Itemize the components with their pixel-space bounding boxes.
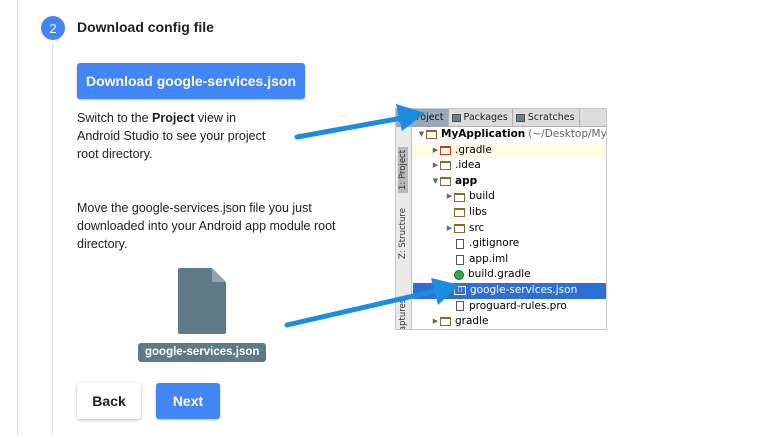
side-tab-structure[interactable]: Z: Structure <box>398 208 408 259</box>
tree-row-libs[interactable]: libs <box>413 205 606 221</box>
expanded-arrow-icon: ▼ <box>432 176 439 185</box>
download-config-button[interactable]: Download google-services.json <box>77 63 305 99</box>
app-iml-label: app.iml <box>469 252 509 265</box>
project-tree: ▼ MyApplication (~/Desktop/My ▶ .gradle ▶ .i… <box>413 127 607 329</box>
build-gradle-label: build.gradle <box>468 268 531 281</box>
tree-row-proguard[interactable]: proguard-rules.pro <box>413 299 606 315</box>
app-label: app <box>455 174 478 187</box>
tree-row-build[interactable]: ▶ build <box>413 189 606 205</box>
file-name-label: google-services.json <box>138 343 267 362</box>
side-tab-captures[interactable]: Captures <box>398 299 408 329</box>
tree-row-src[interactable]: ▶ src <box>413 221 606 237</box>
instruction-prefix: Switch to the <box>77 111 153 125</box>
gitignore-label: .gitignore <box>469 237 520 250</box>
file-icon <box>456 254 464 265</box>
android-studio-project-panel: Project Packages Scratches 1: Project Z:… <box>395 108 607 330</box>
gradle-icon <box>454 270 464 281</box>
scratches-tab-icon <box>515 114 525 122</box>
collapsed-arrow-icon: ▶ <box>446 192 453 201</box>
libs-label: libs <box>469 205 487 218</box>
tab-packages-label: Packages <box>463 112 508 123</box>
step-connector-line <box>52 44 53 436</box>
tab-scratches[interactable]: Scratches <box>513 109 580 127</box>
project-view-instruction: Switch to the Project view in Android St… <box>77 109 277 163</box>
idea-label: .idea <box>455 159 481 172</box>
tree-row-gradle-hidden[interactable]: ▶ .gradle <box>413 142 606 159</box>
tree-row-gradle[interactable]: ▶ gradle <box>413 314 606 329</box>
collapsed-arrow-icon: ▶ <box>446 223 453 232</box>
module-folder-icon <box>426 130 437 140</box>
file-icon <box>456 238 464 249</box>
collapsed-arrow-icon: ▶ <box>432 161 439 170</box>
folder-icon <box>440 317 451 327</box>
next-button[interactable]: Next <box>156 383 220 419</box>
move-file-instruction: Move the google-services.json file you j… <box>77 201 336 251</box>
tree-row-root[interactable]: ▼ MyApplication (~/Desktop/My <box>413 127 607 143</box>
tree-row-app[interactable]: ▼ app <box>413 174 606 190</box>
back-button[interactable]: Back <box>77 383 141 419</box>
module-folder-icon <box>440 177 451 187</box>
expanded-arrow-icon: ▼ <box>418 130 425 138</box>
step-title: Download config file <box>77 19 214 35</box>
step-number-badge: 2 <box>41 16 65 40</box>
packages-tab-icon <box>451 114 461 122</box>
left-panel-border <box>0 0 18 436</box>
folder-icon <box>454 192 465 202</box>
json-file-icon <box>178 268 226 334</box>
root-name: MyApplication <box>441 128 526 140</box>
tree-row-google-services[interactable]: {} google-services.json <box>413 282 606 299</box>
gradle-hidden-label: .gradle <box>455 143 492 156</box>
tree-row-idea[interactable]: ▶ .idea <box>413 158 606 174</box>
google-services-label: google-services.json <box>470 283 578 296</box>
gradle-label: gradle <box>455 315 489 328</box>
proguard-label: proguard-rules.pro <box>469 299 567 312</box>
tab-packages[interactable]: Packages <box>449 109 513 127</box>
tree-row-gitignore[interactable]: .gitignore <box>413 236 606 252</box>
instruction-bold-project: Project <box>152 111 195 125</box>
tool-window-sidebar: 1: Project Z: Structure Captures <box>396 127 412 329</box>
file-icon <box>456 301 464 312</box>
tab-project-label: Project <box>411 112 444 123</box>
src-label: src <box>469 221 485 234</box>
json-file-tree-icon: {} <box>454 286 466 296</box>
project-tab-icon <box>399 114 408 122</box>
side-tab-project[interactable]: 1: Project <box>398 146 408 193</box>
folder-icon <box>454 223 465 233</box>
folder-icon <box>454 208 465 218</box>
tab-project[interactable]: Project <box>396 109 449 127</box>
tree-row-app-iml[interactable]: app.iml <box>413 252 606 268</box>
tree-row-build-gradle[interactable]: build.gradle <box>413 267 606 283</box>
build-label: build <box>469 190 495 203</box>
folder-icon <box>440 161 451 171</box>
folder-icon <box>440 145 451 155</box>
tab-scratches-label: Scratches <box>527 112 575 123</box>
collapsed-arrow-icon: ▶ <box>432 317 439 326</box>
root-path: (~/Desktop/My <box>528 128 607 140</box>
collapsed-arrow-icon: ▶ <box>432 145 439 154</box>
project-tool-tabs: Project Packages Scratches <box>396 109 606 127</box>
